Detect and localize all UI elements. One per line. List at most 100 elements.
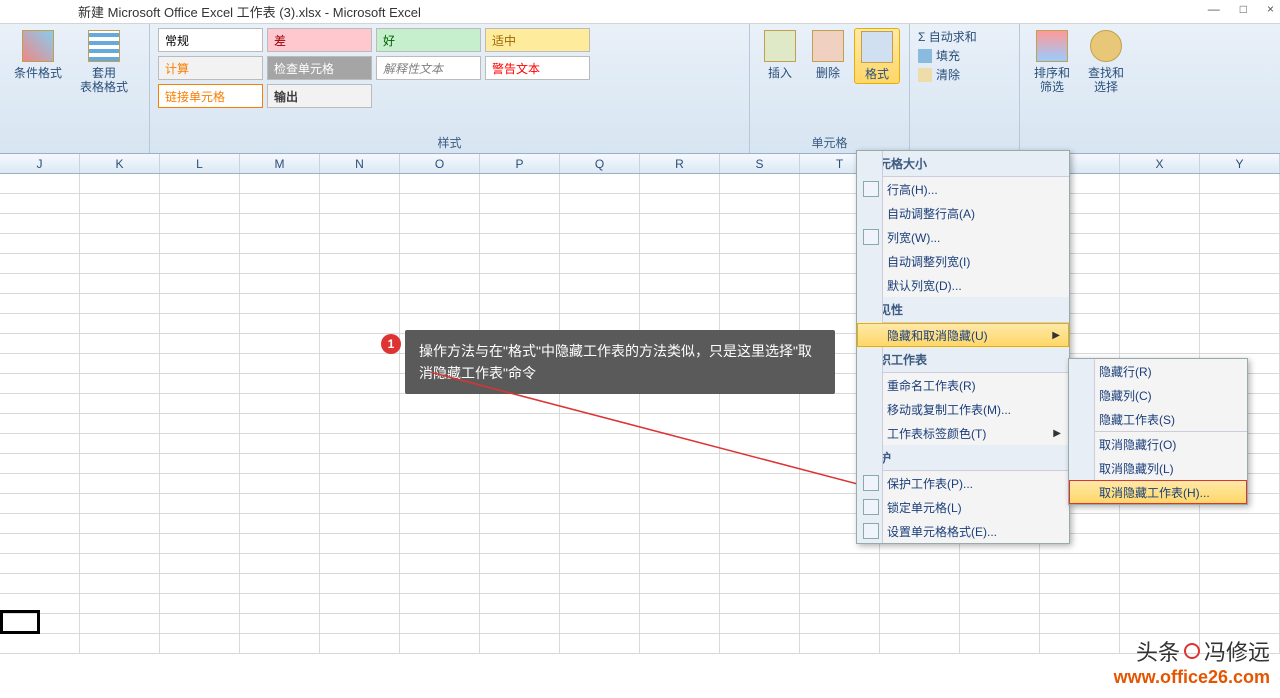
style-explain[interactable]: 解释性文本 bbox=[376, 56, 481, 80]
style-neutral[interactable]: 适中 bbox=[485, 28, 590, 52]
sort-filter-button[interactable]: 排序和筛选 bbox=[1028, 28, 1076, 96]
grid-cell[interactable] bbox=[80, 214, 160, 233]
grid-cell[interactable] bbox=[720, 494, 800, 513]
grid-cell[interactable] bbox=[480, 414, 560, 433]
grid-cell[interactable] bbox=[1040, 614, 1120, 633]
grid-cell[interactable] bbox=[1200, 274, 1280, 293]
grid-cell[interactable] bbox=[560, 394, 640, 413]
col-header[interactable]: X bbox=[1120, 154, 1200, 173]
grid-cell[interactable] bbox=[800, 614, 880, 633]
grid-cell[interactable] bbox=[480, 514, 560, 533]
grid-cell[interactable] bbox=[560, 614, 640, 633]
grid-cell[interactable] bbox=[160, 414, 240, 433]
grid-cell[interactable] bbox=[640, 554, 720, 573]
grid-cell[interactable] bbox=[400, 194, 480, 213]
grid-cell[interactable] bbox=[80, 474, 160, 493]
grid-cell[interactable] bbox=[400, 234, 480, 253]
grid-cell[interactable] bbox=[80, 274, 160, 293]
grid-cell[interactable] bbox=[320, 534, 400, 553]
grid-cell[interactable] bbox=[720, 414, 800, 433]
grid-cell[interactable] bbox=[400, 254, 480, 273]
grid-cell[interactable] bbox=[240, 174, 320, 193]
grid-cell[interactable] bbox=[1200, 194, 1280, 213]
grid-cell[interactable] bbox=[160, 334, 240, 353]
style-check[interactable]: 检查单元格 bbox=[267, 56, 372, 80]
grid-cell[interactable] bbox=[560, 574, 640, 593]
grid-cell[interactable] bbox=[80, 234, 160, 253]
grid-cell[interactable] bbox=[960, 634, 1040, 653]
grid-cell[interactable] bbox=[1200, 254, 1280, 273]
grid-cell[interactable] bbox=[560, 474, 640, 493]
col-header[interactable]: N bbox=[320, 154, 400, 173]
grid-cell[interactable] bbox=[640, 514, 720, 533]
grid-cell[interactable] bbox=[0, 374, 80, 393]
grid-cell[interactable] bbox=[240, 374, 320, 393]
grid-cell[interactable] bbox=[240, 594, 320, 613]
grid-cell[interactable] bbox=[640, 294, 720, 313]
delete-button[interactable]: 删除 bbox=[806, 28, 850, 84]
selected-cell[interactable] bbox=[0, 610, 40, 634]
grid-cell[interactable] bbox=[1200, 614, 1280, 633]
grid-cell[interactable] bbox=[0, 234, 80, 253]
grid-cell[interactable] bbox=[240, 214, 320, 233]
grid-cell[interactable] bbox=[400, 554, 480, 573]
style-warn[interactable]: 警告文本 bbox=[485, 56, 590, 80]
grid-cell[interactable] bbox=[1040, 634, 1120, 653]
grid-cell[interactable] bbox=[480, 454, 560, 473]
grid-cell[interactable] bbox=[80, 594, 160, 613]
grid-cell[interactable] bbox=[720, 234, 800, 253]
grid-cell[interactable] bbox=[320, 194, 400, 213]
grid-cell[interactable] bbox=[1120, 574, 1200, 593]
grid-cell[interactable] bbox=[640, 214, 720, 233]
grid-cell[interactable] bbox=[480, 294, 560, 313]
grid-cell[interactable] bbox=[160, 174, 240, 193]
grid-cell[interactable] bbox=[320, 174, 400, 193]
grid-cell[interactable] bbox=[1120, 294, 1200, 313]
grid-cell[interactable] bbox=[400, 634, 480, 653]
grid-cell[interactable] bbox=[640, 534, 720, 553]
grid-cell[interactable] bbox=[0, 494, 80, 513]
grid-cell[interactable] bbox=[480, 634, 560, 653]
style-good[interactable]: 好 bbox=[376, 28, 481, 52]
grid-cell[interactable] bbox=[800, 574, 880, 593]
grid-cell[interactable] bbox=[240, 354, 320, 373]
minimize-button[interactable]: — bbox=[1208, 2, 1220, 16]
grid-cell[interactable] bbox=[0, 194, 80, 213]
grid-cell[interactable] bbox=[160, 394, 240, 413]
grid-cell[interactable] bbox=[320, 574, 400, 593]
grid-cell[interactable] bbox=[480, 174, 560, 193]
grid-cell[interactable] bbox=[640, 474, 720, 493]
grid-cell[interactable] bbox=[400, 294, 480, 313]
grid-cell[interactable] bbox=[720, 554, 800, 573]
grid-cell[interactable] bbox=[560, 534, 640, 553]
grid-cell[interactable] bbox=[400, 474, 480, 493]
grid-cell[interactable] bbox=[0, 514, 80, 533]
clear-button[interactable]: 清除 bbox=[918, 66, 1011, 83]
grid-cell[interactable] bbox=[400, 614, 480, 633]
grid-cell[interactable] bbox=[640, 394, 720, 413]
grid-cell[interactable] bbox=[960, 554, 1040, 573]
grid-cell[interactable] bbox=[320, 634, 400, 653]
menu-default-width[interactable]: 默认列宽(D)... bbox=[857, 273, 1069, 297]
grid-cell[interactable] bbox=[400, 174, 480, 193]
grid-cell[interactable] bbox=[160, 534, 240, 553]
grid-cell[interactable] bbox=[640, 614, 720, 633]
grid-cell[interactable] bbox=[720, 474, 800, 493]
grid-cell[interactable] bbox=[160, 634, 240, 653]
grid-cell[interactable] bbox=[80, 494, 160, 513]
grid-cell[interactable] bbox=[1120, 334, 1200, 353]
grid-cell[interactable] bbox=[1120, 314, 1200, 333]
grid-cell[interactable] bbox=[320, 594, 400, 613]
grid-cell[interactable] bbox=[240, 454, 320, 473]
col-header[interactable]: O bbox=[400, 154, 480, 173]
grid-cell[interactable] bbox=[880, 574, 960, 593]
grid-cell[interactable] bbox=[400, 494, 480, 513]
grid-row[interactable] bbox=[0, 294, 1280, 314]
grid-cell[interactable] bbox=[560, 494, 640, 513]
grid-cell[interactable] bbox=[720, 174, 800, 193]
grid-cell[interactable] bbox=[320, 474, 400, 493]
grid-row[interactable] bbox=[0, 234, 1280, 254]
grid-cell[interactable] bbox=[240, 414, 320, 433]
grid-cell[interactable] bbox=[0, 354, 80, 373]
col-header[interactable]: Y bbox=[1200, 154, 1280, 173]
